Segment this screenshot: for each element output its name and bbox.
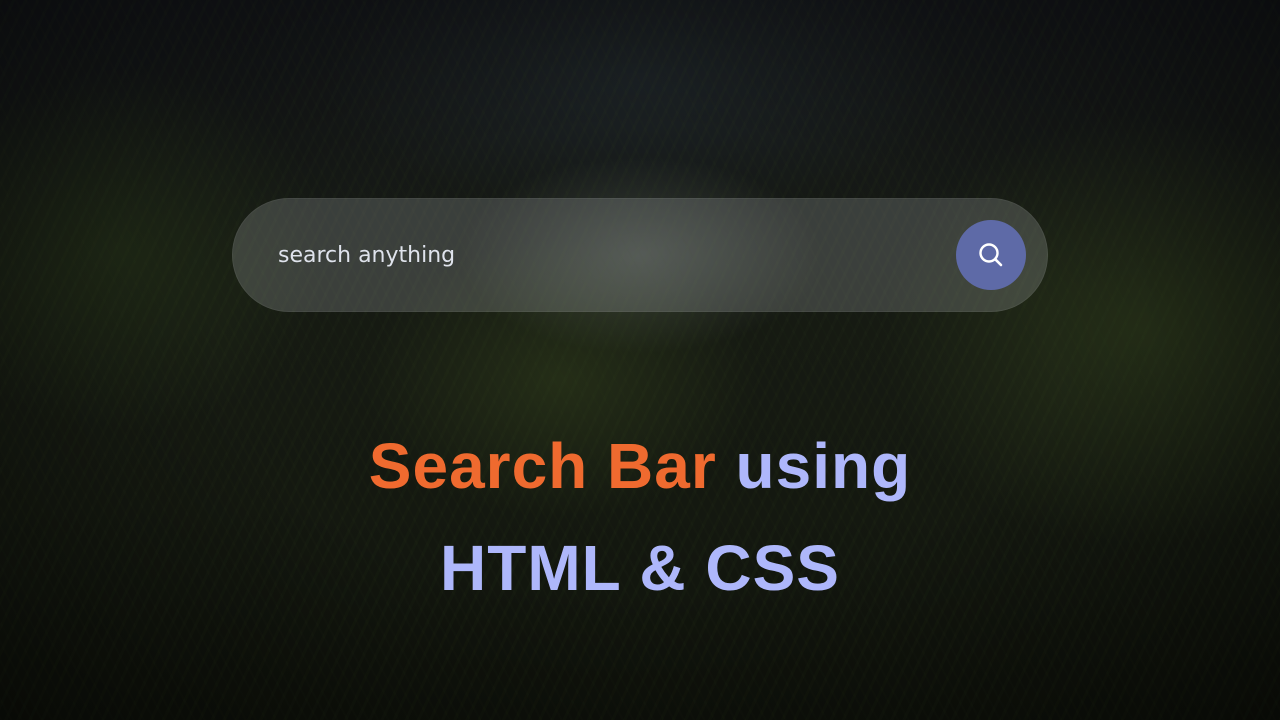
background-vignette bbox=[0, 0, 1280, 720]
search-button[interactable] bbox=[956, 220, 1026, 290]
search-bar bbox=[232, 198, 1048, 312]
headline-highlight: Search Bar bbox=[368, 430, 717, 502]
headline-line-2: HTML & CSS bbox=[440, 532, 840, 604]
headline-rest: using bbox=[735, 430, 912, 502]
headline-line-1: Search Bar using bbox=[0, 428, 1280, 504]
search-icon bbox=[979, 243, 1003, 267]
search-input[interactable] bbox=[278, 198, 918, 312]
